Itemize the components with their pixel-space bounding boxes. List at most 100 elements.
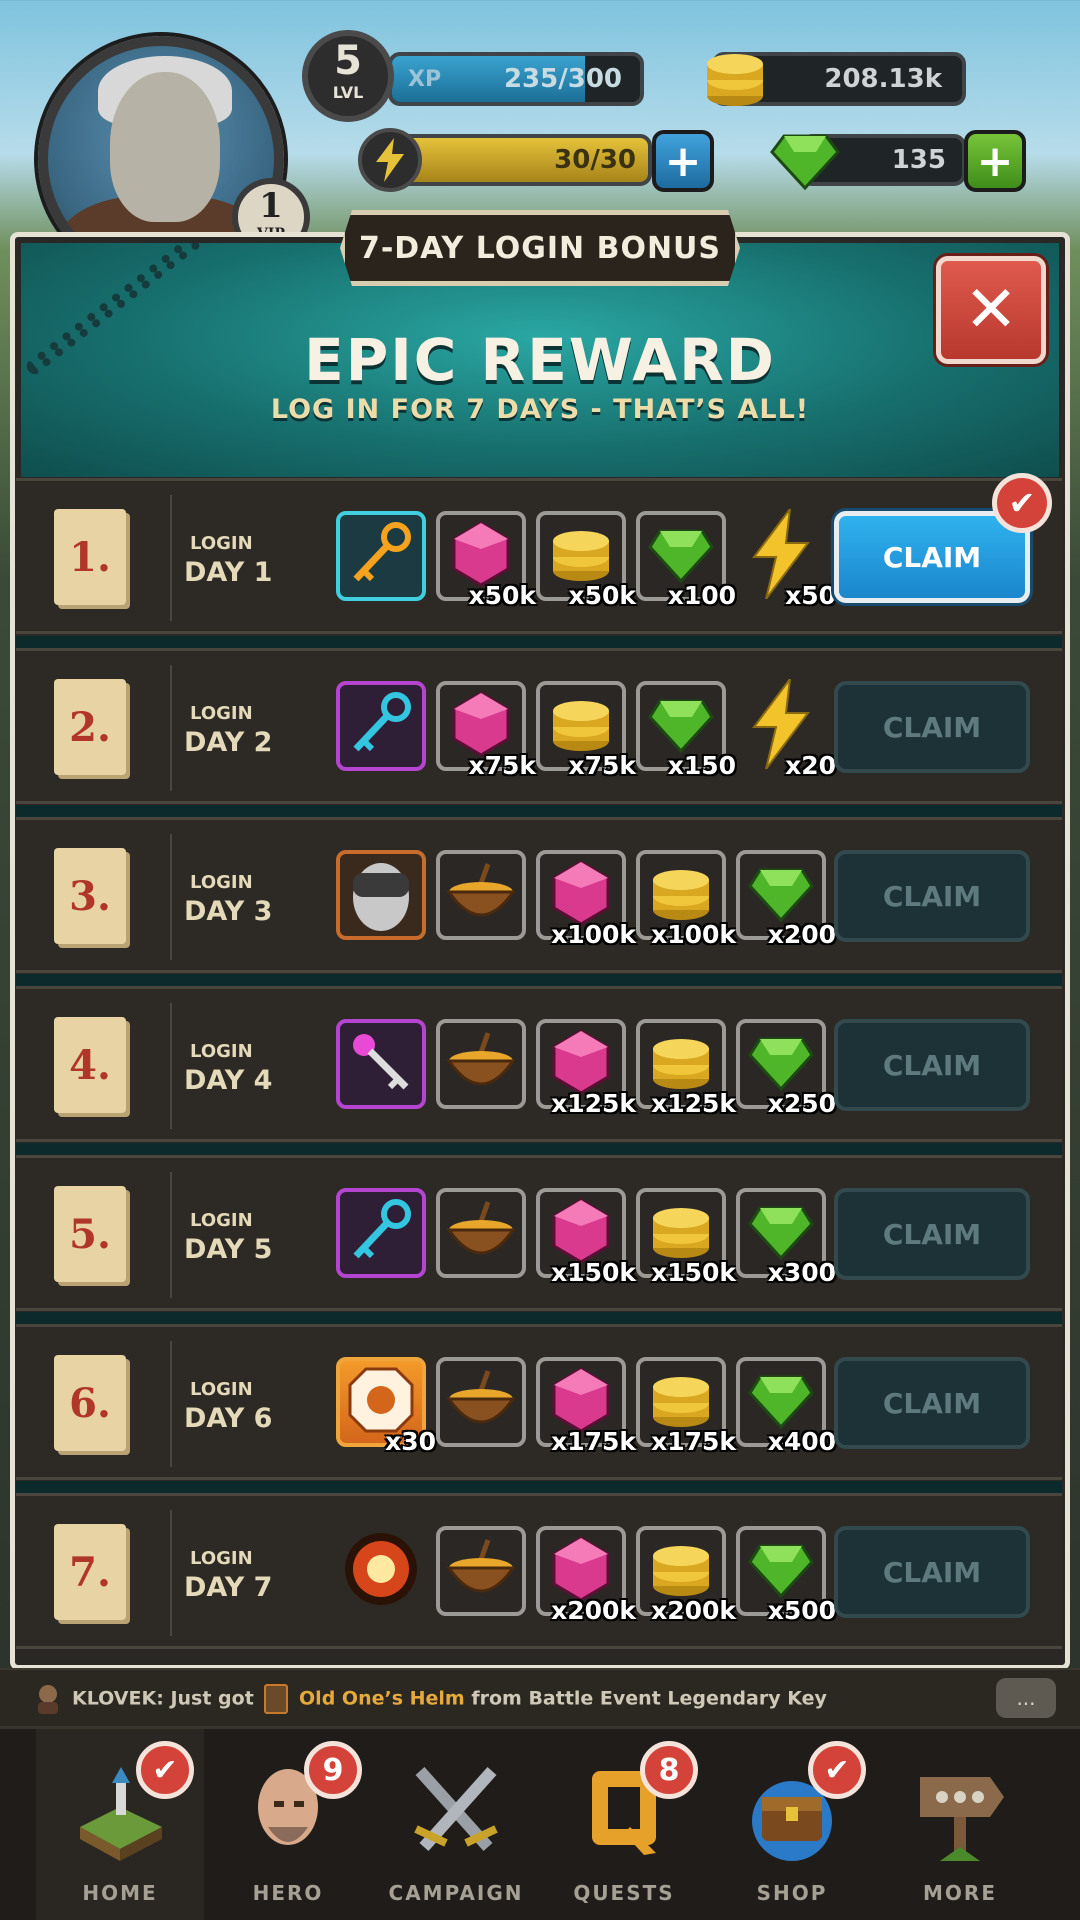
nav-item-campaign[interactable]: CAMPAIGN <box>372 1729 540 1920</box>
reward-slot[interactable] <box>436 850 526 940</box>
soup-bowl-icon <box>444 1365 518 1439</box>
reward-quantity: x50k <box>568 581 636 610</box>
chat-text-end: from Battle Event Legendary Key <box>471 1687 827 1710</box>
login-label: LOGIN <box>190 872 253 893</box>
nav-label: HERO <box>252 1881 324 1905</box>
login-label: LOGIN <box>190 1041 253 1062</box>
reward-quantity: x300 <box>767 1258 836 1287</box>
reward-quantity: x150k <box>651 1258 736 1287</box>
login-day-row: 1. LOGIN DAY 1 x50k x50k x100 x50 CLAIM ✔ <box>16 473 1062 634</box>
nav-item-quests[interactable]: 8 QUESTS <box>540 1729 708 1920</box>
nav-item-more[interactable]: MORE <box>876 1729 1044 1920</box>
green-gem-icon <box>770 134 840 191</box>
reward-slot[interactable] <box>336 1526 426 1616</box>
reward-quantity: x200k <box>551 1596 636 1625</box>
day-label: DAY 2 <box>184 727 273 758</box>
claim-button[interactable]: CLAIM <box>834 681 1030 773</box>
epic-reward-title: EPIC REWARD <box>304 326 776 394</box>
notification-badge: ✔ <box>136 1741 194 1799</box>
reward-slot[interactable] <box>336 850 426 940</box>
soup-bowl-icon <box>444 858 518 932</box>
row-separator <box>16 1481 1062 1493</box>
reward-slot[interactable] <box>436 1188 526 1278</box>
chat-item-name: Old One’s Helm <box>299 1687 465 1710</box>
reward-slot[interactable] <box>436 1019 526 1109</box>
add-energy-button[interactable]: + <box>652 130 714 192</box>
claim-button[interactable]: CLAIM <box>834 1526 1030 1618</box>
reward-quantity: x150k <box>551 1258 636 1287</box>
login-label: LOGIN <box>190 533 253 554</box>
lightning-icon <box>376 138 404 182</box>
modal-title-tab: 7-DAY LOGIN BONUS <box>340 210 740 286</box>
chat-ticker[interactable]: KLOVEK: Just got Old One’s Helm from Bat… <box>0 1668 1080 1726</box>
login-label: LOGIN <box>190 1548 253 1569</box>
day-number-card: 2. <box>54 679 126 775</box>
day-number-card: 3. <box>54 848 126 944</box>
gold-coins-icon <box>707 54 763 106</box>
top-hud: 1 VIP XP 235/300 5 LVL 208.13k 30/30 + 1… <box>0 0 1080 282</box>
teal-key-icon <box>346 519 416 593</box>
reward-slot[interactable] <box>436 1526 526 1616</box>
reward-quantity: x20 <box>785 751 836 780</box>
gem-value: 135 <box>891 145 946 175</box>
reward-quantity: x100k <box>651 920 736 949</box>
reward-quantity: x50k <box>468 581 536 610</box>
row-divider <box>170 665 172 791</box>
soup-bowl-icon <box>444 1027 518 1101</box>
nav-label: QUESTS <box>573 1881 675 1905</box>
row-separator <box>16 636 1062 648</box>
crossed-swords-icon <box>406 1757 506 1867</box>
chat-username: KLOVEK: <box>72 1687 164 1710</box>
login-day-row: 6. LOGIN DAY 6 x30 x175k x175k x400 CLAIM <box>16 1324 1062 1480</box>
reward-quantity: x50 <box>785 581 836 610</box>
reward-quantity: x250 <box>767 1089 836 1118</box>
xp-label: XP <box>408 66 442 92</box>
reward-quantity: x150 <box>667 751 736 780</box>
vip-level: 1 <box>259 186 283 226</box>
row-separator <box>16 1312 1062 1324</box>
reward-quantity: x30 <box>385 1427 436 1456</box>
row-divider <box>170 1510 172 1636</box>
level-number: 5 <box>334 38 362 84</box>
notification-badge: 9 <box>304 1741 362 1799</box>
day-number-card: 4. <box>54 1017 126 1113</box>
helm-item-icon <box>264 1684 289 1714</box>
player-avatar-icon <box>38 1685 58 1714</box>
day-label: DAY 6 <box>184 1403 273 1434</box>
reward-slot[interactable] <box>336 681 426 771</box>
epic-reward-subtitle: LOG IN FOR 7 DAYS - THAT’S ALL! <box>270 394 810 425</box>
reward-quantity: x175k <box>651 1427 736 1456</box>
row-divider <box>170 1172 172 1298</box>
reward-quantity: x200 <box>767 920 836 949</box>
level-badge: 5 LVL <box>302 30 394 122</box>
reward-slot[interactable] <box>436 1357 526 1447</box>
day-number-card: 1. <box>54 509 126 605</box>
nav-item-home[interactable]: ✔ HOME <box>36 1729 204 1920</box>
reward-quantity: x400 <box>767 1427 836 1456</box>
soup-bowl-icon <box>444 1534 518 1608</box>
reward-quantity: x125k <box>551 1089 636 1118</box>
claim-button[interactable]: CLAIM <box>834 1019 1030 1111</box>
claim-button[interactable]: CLAIM <box>834 1188 1030 1280</box>
login-label: LOGIN <box>190 703 253 724</box>
plus-icon: + <box>664 135 702 187</box>
reward-slot[interactable] <box>336 1188 426 1278</box>
day-number-card: 5. <box>54 1186 126 1282</box>
reward-slot[interactable] <box>336 1019 426 1109</box>
nav-item-shop[interactable]: ✔ SHOP <box>708 1729 876 1920</box>
hero-helm-icon <box>341 853 421 937</box>
claim-button[interactable]: CLAIM <box>834 850 1030 942</box>
magic-key-icon <box>346 1027 416 1101</box>
nav-item-hero[interactable]: 9 HERO <box>204 1729 372 1920</box>
add-gems-button[interactable]: + <box>964 130 1026 192</box>
claim-button[interactable]: CLAIM <box>834 1357 1030 1449</box>
chat-bubble-icon[interactable]: ... <box>996 1678 1056 1718</box>
nav-label: HOME <box>82 1881 158 1905</box>
day-number-card: 6. <box>54 1355 126 1451</box>
energy-badge <box>358 128 422 192</box>
reward-quantity: x100k <box>551 920 636 949</box>
reward-quantity: x75k <box>468 751 536 780</box>
day-label: DAY 7 <box>184 1572 273 1603</box>
reward-slot[interactable] <box>336 511 426 601</box>
plus-icon: + <box>976 135 1014 187</box>
